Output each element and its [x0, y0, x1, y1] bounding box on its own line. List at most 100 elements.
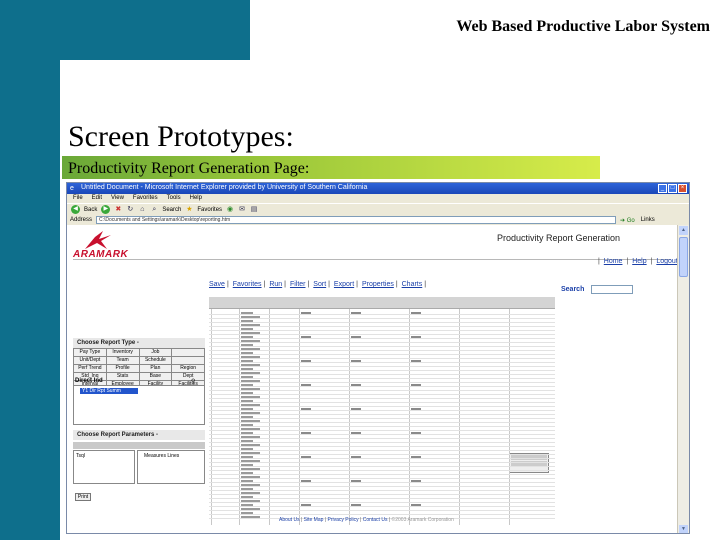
menu-view[interactable]: View: [111, 194, 124, 203]
action-run[interactable]: Run: [269, 281, 282, 288]
report-type-item[interactable]: Profile: [106, 365, 139, 372]
report-type-item[interactable]: Job: [139, 349, 172, 356]
report-table-header: [209, 297, 555, 309]
footer-sitemap-link[interactable]: Site Map: [304, 517, 324, 523]
report-cell-mark: [241, 340, 260, 342]
report-cell-mark: [241, 492, 260, 494]
report-type-item[interactable]: Inventory: [106, 349, 139, 356]
report-cell-mark: [241, 516, 260, 518]
aramark-logo[interactable]: ARAMARK: [73, 229, 139, 260]
report-cell-mark: [241, 344, 253, 346]
report-cell-mark: [241, 360, 253, 362]
forward-arrow-icon[interactable]: ▶: [101, 205, 111, 214]
action-favorites[interactable]: Favorites: [233, 281, 262, 288]
menu-favorites[interactable]: Favorites: [133, 194, 158, 203]
report-cell-mark: [241, 352, 253, 354]
report-table[interactable]: [209, 297, 555, 525]
media-icon[interactable]: ◉: [226, 206, 234, 214]
report-cell-mark: [351, 312, 361, 314]
report-type-item[interactable]: Unit/Dept: [74, 357, 106, 364]
scroll-up-arrow-icon[interactable]: ▲: [679, 226, 688, 235]
report-type-item[interactable]: Stats: [106, 373, 139, 380]
favorites-toolbar-label[interactable]: Favorites: [197, 207, 222, 213]
action-export[interactable]: Export: [334, 281, 354, 288]
title-bar[interactable]: e Untitled Document - Microsoft Internet…: [67, 183, 689, 194]
home-icon[interactable]: ⌂: [138, 206, 146, 214]
selected-report-item[interactable]: Y1 Dir Rpt Summ: [80, 388, 138, 394]
action-charts[interactable]: Charts: [402, 281, 423, 288]
address-bar: Address C:\Documents and Settings\aramar…: [67, 215, 689, 225]
menu-help[interactable]: Help: [190, 194, 202, 203]
action-save[interactable]: Save: [209, 281, 225, 288]
stop-icon[interactable]: ✖: [114, 206, 122, 214]
star-icon[interactable]: ★: [185, 206, 193, 214]
go-button[interactable]: ➔ Go: [620, 217, 635, 224]
search-toolbar-label[interactable]: Search: [162, 207, 181, 213]
links-label[interactable]: Links: [641, 217, 655, 223]
report-cell-mark: [241, 372, 260, 374]
vertical-scrollbar[interactable]: ▲ ▼: [677, 225, 689, 533]
nav-logout-link[interactable]: Logout: [656, 258, 677, 265]
param-list-right[interactable]: Measures Lines: [137, 450, 205, 484]
report-type-item[interactable]: [172, 357, 204, 364]
report-cell-mark: [241, 456, 253, 458]
report-cell-mark: [301, 312, 311, 314]
report-cell-mark: [241, 460, 260, 462]
back-arrow-icon[interactable]: ◀: [71, 205, 80, 214]
slide-title: Screen Prototypes:: [68, 120, 294, 153]
report-type-item[interactable]: Plan: [139, 365, 172, 372]
binoculars-icon[interactable]: ⚲: [191, 378, 195, 385]
report-type-item[interactable]: Dept: [172, 373, 204, 380]
report-cell-mark: [411, 312, 421, 314]
report-cell-mark: [241, 412, 260, 414]
report-type-item[interactable]: Team: [106, 357, 139, 364]
action-sort[interactable]: Sort: [313, 281, 326, 288]
mail-icon[interactable]: ✉: [238, 206, 246, 214]
refresh-icon[interactable]: ↻: [126, 206, 134, 214]
report-cell-mark: [241, 512, 253, 514]
report-cell-mark: [241, 508, 260, 510]
minimize-button[interactable]: _: [658, 184, 667, 193]
search-input[interactable]: [591, 285, 633, 294]
footer-copyright: ©2003 Aramark Corporation: [391, 517, 454, 523]
action-properties[interactable]: Properties: [362, 281, 394, 288]
report-cell-mark: [301, 504, 311, 506]
maximize-button[interactable]: □: [668, 184, 677, 193]
report-list-box[interactable]: Y1 Dir Rpt Summ: [73, 385, 205, 425]
footer-contact-link[interactable]: Contact Us: [363, 517, 388, 523]
close-button[interactable]: ×: [678, 184, 687, 193]
print-icon[interactable]: ▤: [250, 206, 258, 214]
report-cell-mark: [241, 436, 260, 438]
nav-help-link[interactable]: Help: [632, 258, 646, 265]
print-button[interactable]: Print: [75, 493, 91, 501]
param-list-left[interactable]: Tsql: [73, 450, 135, 484]
address-input[interactable]: C:\Documents and Settings\aramark\Deskto…: [96, 216, 617, 224]
report-type-item[interactable]: Schedule: [139, 357, 172, 364]
menu-file[interactable]: File: [73, 194, 83, 203]
report-type-item[interactable]: [172, 349, 204, 356]
param-header-bar: [73, 442, 205, 449]
report-cell-mark: [241, 384, 253, 386]
report-params-heading: Choose Report Parameters -: [73, 430, 205, 440]
scroll-down-arrow-icon[interactable]: ▼: [679, 525, 688, 533]
menu-tools[interactable]: Tools: [167, 194, 181, 203]
report-cell-mark: [241, 316, 260, 318]
report-type-item[interactable]: Base: [139, 373, 172, 380]
report-type-item[interactable]: Pay Type: [74, 349, 106, 356]
report-type-item[interactable]: Perf Trend: [74, 365, 106, 372]
footer-about-link[interactable]: About Us: [279, 517, 300, 523]
report-cell-mark: [241, 404, 260, 406]
scroll-thumb[interactable]: [679, 237, 688, 277]
footer-privacy-link[interactable]: Privacy Policy: [328, 517, 359, 523]
report-type-item[interactable]: Region: [172, 365, 204, 372]
search-icon[interactable]: ⌕: [150, 206, 158, 214]
report-cell-mark: [241, 420, 260, 422]
left-panel: Choose Report Type - Pay Type Inventory …: [73, 280, 205, 520]
header-divider: [73, 259, 671, 260]
report-cell-mark: [241, 356, 260, 358]
nav-home-link[interactable]: Home: [604, 258, 623, 265]
back-label[interactable]: Back: [84, 207, 97, 213]
address-label: Address: [70, 217, 93, 223]
menu-edit[interactable]: Edit: [92, 194, 102, 203]
action-filter[interactable]: Filter: [290, 281, 306, 288]
